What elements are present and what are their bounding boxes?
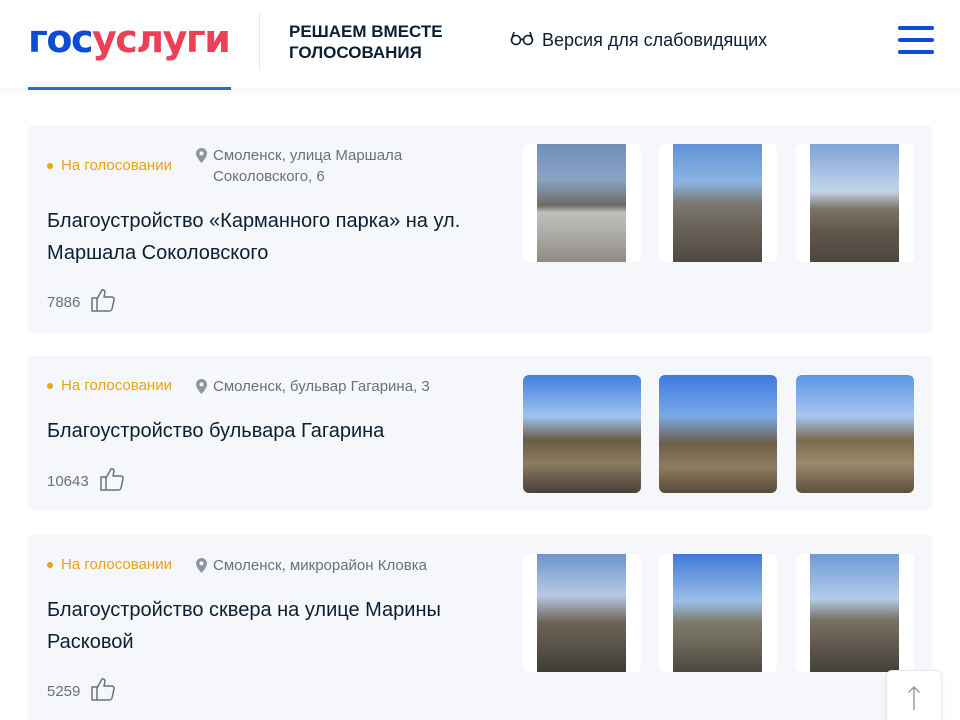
- project-card[interactable]: На голосовании Смоленск, микрорайон Клов…: [28, 535, 932, 720]
- vote-counter: 7886: [47, 287, 116, 317]
- project-card[interactable]: На голосовании Смоленск, бульвар Гагарин…: [28, 356, 932, 510]
- vote-counter: 10643: [47, 466, 125, 496]
- address-text: Смоленск, бульвар Гагарина, 3: [213, 378, 430, 395]
- status-dot: [47, 382, 53, 389]
- scroll-to-top-button[interactable]: [886, 670, 942, 720]
- logo-part-uslugi: услуги: [92, 17, 231, 61]
- project-name-line1: Решаем вместе: [289, 22, 443, 41]
- thumbs-up-icon[interactable]: [99, 466, 125, 496]
- park-photo[interactable]: [796, 144, 914, 262]
- menu-line: [898, 38, 934, 42]
- project-title[interactable]: Благоустройство сквера на улице Марины Р…: [47, 594, 507, 658]
- birch-photo[interactable]: [523, 554, 641, 672]
- status-dot: [47, 561, 53, 568]
- logo-part-gos: гос: [28, 17, 94, 61]
- header-divider: [259, 14, 260, 70]
- vote-count: 5259: [47, 682, 81, 700]
- menu-line: [898, 50, 934, 54]
- status-badge: На голосовании: [47, 556, 172, 573]
- address-text: Смоленск, микрорайон Кловка: [213, 557, 427, 574]
- street-photo[interactable]: [523, 144, 641, 262]
- vote-count: 10643: [47, 472, 89, 490]
- gosuslugi-logo[interactable]: госуслуги: [28, 16, 231, 62]
- shadow-photo[interactable]: [659, 144, 777, 262]
- location-pin-icon: [196, 148, 207, 187]
- boulevard-photo[interactable]: [523, 375, 641, 493]
- project-address: Смоленск, бульвар Гагарина, 3: [196, 376, 496, 400]
- project-name-line2: Голосования: [289, 43, 422, 62]
- accessibility-version-label: Версия для слабовидящих: [542, 30, 768, 50]
- menu-line: [898, 26, 934, 30]
- project-title[interactable]: Благоустройство «Карманного парка» на ул…: [47, 205, 507, 269]
- square-photo[interactable]: [796, 554, 914, 672]
- hamburger-menu-icon[interactable]: [898, 26, 934, 58]
- vote-counter: 5259: [47, 676, 116, 706]
- active-tab-indicator: [28, 87, 231, 90]
- status-dot: [47, 162, 53, 169]
- project-address: Смоленск, микрорайон Кловка: [196, 555, 496, 579]
- status-label: На голосовании: [61, 157, 172, 174]
- status-label: На голосовании: [61, 377, 172, 394]
- accessibility-version-link[interactable]: Версия для слабовидящих: [510, 30, 767, 51]
- location-pin-icon: [196, 558, 207, 579]
- thumbs-up-icon[interactable]: [90, 676, 116, 706]
- vote-count: 7886: [47, 293, 81, 311]
- arrow-up-icon: [907, 685, 921, 716]
- project-title[interactable]: Благоустройство бульвара Гагарина: [47, 415, 507, 447]
- status-label: На голосовании: [61, 556, 172, 573]
- path-photo[interactable]: [796, 375, 914, 493]
- site-header: госуслуги Решаем вместе Голосования Верс…: [0, 0, 960, 88]
- project-card[interactable]: На голосовании Смоленск, улица Маршала С…: [28, 125, 932, 333]
- thumbs-up-icon[interactable]: [90, 287, 116, 317]
- address-text: Смоленск, улица Маршала Соколовского, 6: [213, 147, 403, 185]
- status-badge: На голосовании: [47, 157, 172, 174]
- project-name[interactable]: Решаем вместе Голосования: [289, 21, 443, 63]
- project-address: Смоленск, улица Маршала Соколовского, 6: [196, 145, 456, 187]
- glasses-icon: [510, 30, 534, 51]
- trees-photo[interactable]: [659, 375, 777, 493]
- field-photo[interactable]: [659, 554, 777, 672]
- location-pin-icon: [196, 379, 207, 400]
- status-badge: На голосовании: [47, 377, 172, 394]
